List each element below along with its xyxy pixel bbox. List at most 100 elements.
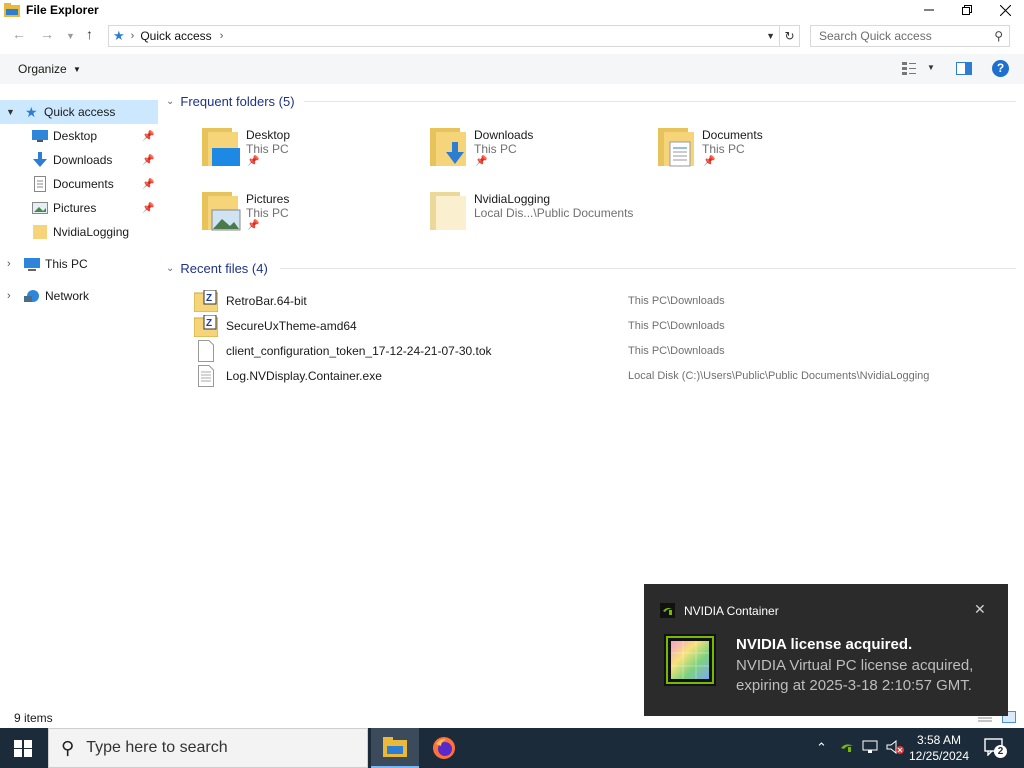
- action-center-button[interactable]: 2: [984, 738, 1007, 758]
- file-name: Log.NVDisplay.Container.exe: [226, 369, 382, 383]
- nvidia-tray-icon[interactable]: [840, 741, 854, 753]
- sidebar-item-desktop[interactable]: Desktop 📌: [0, 124, 158, 148]
- file-name: client_configuration_token_17-12-24-21-0…: [226, 344, 492, 358]
- sidebar-item-label: Quick access: [44, 105, 116, 119]
- folder-name: Documents: [702, 128, 763, 142]
- back-arrow-icon[interactable]: ←: [12, 26, 26, 42]
- sidebar-item-documents[interactable]: Documents 📌: [0, 172, 158, 196]
- pin-icon: 📌: [475, 156, 488, 167]
- file-location: Local Disk (C:)\Users\Public\Public Docu…: [628, 370, 930, 382]
- collapsed-chevron-icon[interactable]: ›: [7, 290, 11, 302]
- file-explorer-icon: [4, 3, 20, 17]
- address-bar[interactable]: ★ › Quick access › ▼: [108, 25, 780, 47]
- file-location: This PC\Downloads: [628, 345, 725, 357]
- sidebar-item-label: NvidiaLogging: [53, 225, 130, 239]
- network-status-icon[interactable]: [862, 740, 878, 754]
- zip-folder-icon: Z: [193, 289, 219, 313]
- folder-name: Downloads: [474, 128, 534, 142]
- close-button[interactable]: [986, 0, 1024, 20]
- desktop-folder-icon: [200, 128, 244, 168]
- pictures-folder-icon: [200, 192, 244, 232]
- refresh-icon: ↻: [784, 29, 795, 43]
- recent-file-row[interactable]: Z SecureUxTheme-amd64 This PC\Downloads: [193, 314, 994, 338]
- sidebar-item-label: Network: [45, 289, 90, 303]
- toast-close-icon[interactable]: ✕: [974, 601, 986, 618]
- firefox-icon: [433, 737, 455, 759]
- folder-tile-pictures[interactable]: Pictures This PC 📌: [200, 190, 420, 246]
- title-bar: File Explorer: [0, 0, 1024, 20]
- sidebar-item-quick-access[interactable]: ▼ ★ Quick access: [0, 100, 158, 124]
- search-input[interactable]: [819, 29, 989, 43]
- change-view-icon[interactable]: [902, 61, 916, 75]
- folder-name: Desktop: [246, 128, 291, 142]
- sidebar-item-network[interactable]: › Network: [0, 284, 158, 308]
- recent-files-header[interactable]: ⌄ Recent files (4): [166, 258, 268, 278]
- recent-locations-chevron-icon[interactable]: ▼: [66, 31, 75, 41]
- taskbar-search-placeholder: Type here to search: [86, 739, 228, 756]
- restore-button[interactable]: [948, 0, 986, 20]
- folder-location: Local Dis...\Public Documents: [474, 206, 634, 220]
- taskbar-search-box[interactable]: ⚲ Type here to search: [48, 728, 368, 768]
- pin-icon: 📌: [703, 156, 716, 167]
- collapsed-chevron-icon[interactable]: ›: [7, 258, 11, 270]
- taskbar-firefox[interactable]: [420, 728, 468, 768]
- folder-tile-documents[interactable]: Documents This PC 📌: [656, 126, 876, 182]
- start-button[interactable]: [14, 740, 32, 757]
- group-divider: [304, 101, 1016, 102]
- address-dropdown-chevron-icon[interactable]: ▼: [766, 31, 775, 41]
- search-icon[interactable]: ⚲: [994, 29, 1003, 43]
- help-icon[interactable]: ?: [992, 60, 1009, 77]
- windows-logo-icon: [14, 740, 32, 757]
- taskbar-clock[interactable]: 3:58 AM 12/25/2024: [904, 732, 974, 764]
- sidebar-item-label: Pictures: [53, 201, 97, 215]
- frequent-folders-header[interactable]: ⌄ Frequent folders (5): [166, 91, 295, 111]
- forward-arrow-icon[interactable]: →: [40, 26, 54, 42]
- folder-name: NvidiaLogging: [474, 192, 551, 206]
- refresh-button[interactable]: ↻: [780, 25, 800, 47]
- folder-location: This PC: [702, 142, 745, 156]
- toast-title: NVIDIA license acquired.: [736, 636, 913, 653]
- clock-time: 3:58 AM: [916, 733, 962, 747]
- item-count: 9 items: [14, 711, 53, 725]
- recent-file-row[interactable]: Z RetroBar.64-bit This PC\Downloads: [193, 289, 994, 313]
- group-collapse-chevron-icon[interactable]: ⌄: [166, 263, 174, 274]
- breadcrumb-separator-icon[interactable]: ›: [220, 30, 224, 42]
- minimize-button[interactable]: [910, 0, 948, 20]
- group-collapse-chevron-icon[interactable]: ⌄: [166, 96, 174, 107]
- volume-muted-icon[interactable]: [886, 739, 904, 755]
- sidebar-item-downloads[interactable]: Downloads 📌: [0, 148, 158, 172]
- folder-tile-desktop[interactable]: Desktop This PC 📌: [200, 126, 420, 182]
- frequent-folders-title: Frequent folders (5): [180, 93, 295, 109]
- breadcrumb-quick-access[interactable]: Quick access: [140, 29, 211, 43]
- preview-pane-icon[interactable]: [956, 62, 972, 75]
- address-row: ← → ▼ ↑ ★ › Quick access › ▼ ↻ ⚲: [0, 22, 1024, 50]
- sidebar-item-this-pc[interactable]: › This PC: [0, 252, 158, 276]
- show-hidden-icons-chevron-icon[interactable]: ⌃: [816, 740, 827, 756]
- search-box[interactable]: ⚲: [810, 25, 1010, 47]
- view-options-chevron-icon[interactable]: ▼: [927, 63, 935, 72]
- star-icon: ★: [25, 103, 38, 120]
- quick-access-star-icon: ★: [113, 28, 125, 43]
- sidebar-item-nvidialogging[interactable]: NvidiaLogging: [0, 220, 158, 244]
- organize-button[interactable]: Organize ▼: [18, 62, 81, 76]
- sidebar-item-label: Desktop: [53, 129, 98, 143]
- pin-icon: 📌: [142, 130, 155, 142]
- folder-tile-downloads[interactable]: Downloads This PC 📌: [428, 126, 648, 182]
- breadcrumb-separator-icon[interactable]: ›: [131, 30, 135, 42]
- search-icon: ⚲: [61, 737, 75, 758]
- folder-location: This PC: [246, 206, 289, 220]
- taskbar-file-explorer[interactable]: [371, 728, 419, 768]
- up-arrow-icon[interactable]: ↑: [86, 26, 93, 42]
- file-location: This PC\Downloads: [628, 295, 725, 307]
- toast-body: NVIDIA Virtual PC license acquired, expi…: [736, 657, 974, 694]
- command-bar: Organize ▼ ▼ ?: [0, 54, 1024, 84]
- organize-label: Organize: [18, 62, 67, 76]
- recent-file-row[interactable]: client_configuration_token_17-12-24-21-0…: [194, 339, 994, 363]
- sidebar-item-pictures[interactable]: Pictures 📌: [0, 196, 158, 220]
- network-icon: [24, 289, 40, 303]
- folder-tile-nvidialogging[interactable]: NvidiaLogging Local Dis...\Public Docume…: [428, 190, 648, 246]
- notification-toast[interactable]: NVIDIA Container ✕ NVIDIA license acquir…: [644, 584, 1008, 716]
- group-divider: [280, 268, 1016, 269]
- expanded-chevron-icon[interactable]: ▼: [6, 107, 15, 117]
- recent-file-row[interactable]: Log.NVDisplay.Container.exe Local Disk (…: [194, 364, 994, 388]
